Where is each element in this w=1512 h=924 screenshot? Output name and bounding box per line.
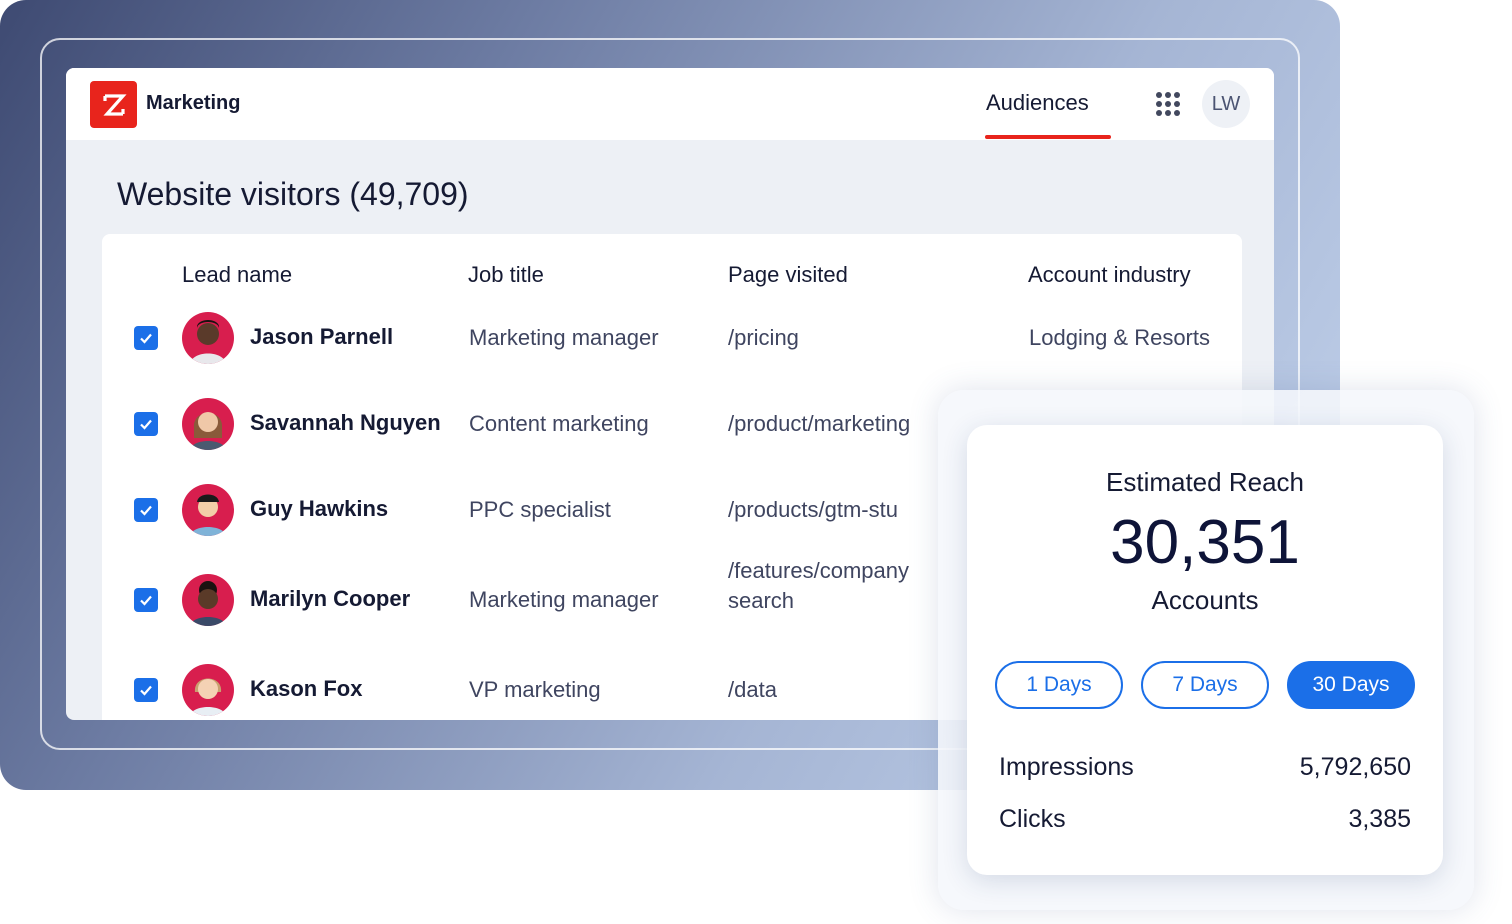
range-30-days-button[interactable]: 30 Days — [1287, 661, 1415, 709]
column-header-lead-name[interactable]: Lead name — [182, 262, 292, 288]
job-title: VP marketing — [469, 677, 601, 702]
avatar — [182, 574, 234, 626]
column-header-account-industry[interactable]: Account industry — [1028, 262, 1191, 288]
row-checkbox[interactable] — [134, 412, 158, 436]
account-industry: Lodging & Resorts — [1029, 325, 1210, 350]
lead-name[interactable]: Savannah Nguyen — [250, 410, 441, 436]
impressions-value: 5,792,650 — [1299, 753, 1411, 781]
clicks-label: Clicks — [999, 805, 1066, 833]
avatar — [182, 484, 234, 536]
range-1-days-button[interactable]: 1 Days — [995, 661, 1123, 709]
job-title: PPC specialist — [469, 497, 611, 522]
range-7-days-button[interactable]: 7 Days — [1141, 661, 1269, 709]
page-visited-line2: search — [728, 588, 795, 613]
active-tab-indicator — [985, 135, 1111, 139]
column-header-page-visited[interactable]: Page visited — [728, 262, 848, 288]
reach-title: Estimated Reach — [1106, 467, 1304, 497]
row-checkbox[interactable] — [134, 498, 158, 522]
impressions-label: Impressions — [999, 753, 1134, 781]
lead-name[interactable]: Jason Parnell — [250, 324, 393, 350]
brand-name: Marketing — [146, 92, 241, 114]
check-icon — [140, 685, 152, 696]
top-bar: Marketing Audiences LW — [66, 68, 1274, 140]
avatar — [182, 398, 234, 450]
row-checkbox[interactable] — [134, 678, 158, 702]
clicks-value: 3,385 — [1348, 805, 1411, 833]
lead-name[interactable]: Kason Fox — [250, 676, 362, 702]
page-title: Website visitors (49,709) — [117, 176, 469, 212]
user-avatar[interactable]: LW — [1202, 80, 1250, 128]
row-checkbox[interactable] — [134, 588, 158, 612]
page-visited: /products/gtm-stu — [728, 497, 898, 522]
page-visited: /product/marketing — [728, 411, 911, 436]
check-icon — [140, 595, 152, 606]
tab-audiences[interactable]: Audiences — [986, 90, 1089, 116]
page-visited: /pricing — [728, 325, 799, 350]
avatar — [182, 312, 234, 364]
check-icon — [140, 419, 152, 430]
check-icon — [140, 505, 152, 516]
avatar — [182, 664, 234, 716]
page-visited: /data — [728, 677, 777, 702]
job-title: Marketing manager — [469, 325, 659, 350]
job-title: Content marketing — [469, 411, 649, 436]
apps-grid-icon[interactable] — [1156, 92, 1180, 116]
column-header-job-title[interactable]: Job title — [468, 262, 544, 288]
brand-logo-icon[interactable] — [90, 81, 137, 128]
page-visited: /features/company — [728, 558, 909, 583]
check-icon — [140, 333, 152, 344]
lead-name[interactable]: Marilyn Cooper — [250, 586, 410, 612]
estimated-reach-card: Estimated Reach 30,351 Accounts 1 Days 7… — [967, 425, 1443, 875]
reach-unit: Accounts — [1151, 585, 1259, 615]
row-checkbox[interactable] — [134, 326, 158, 350]
job-title: Marketing manager — [469, 587, 659, 612]
reach-value: 30,351 — [1110, 508, 1300, 577]
lead-name[interactable]: Guy Hawkins — [250, 496, 388, 522]
